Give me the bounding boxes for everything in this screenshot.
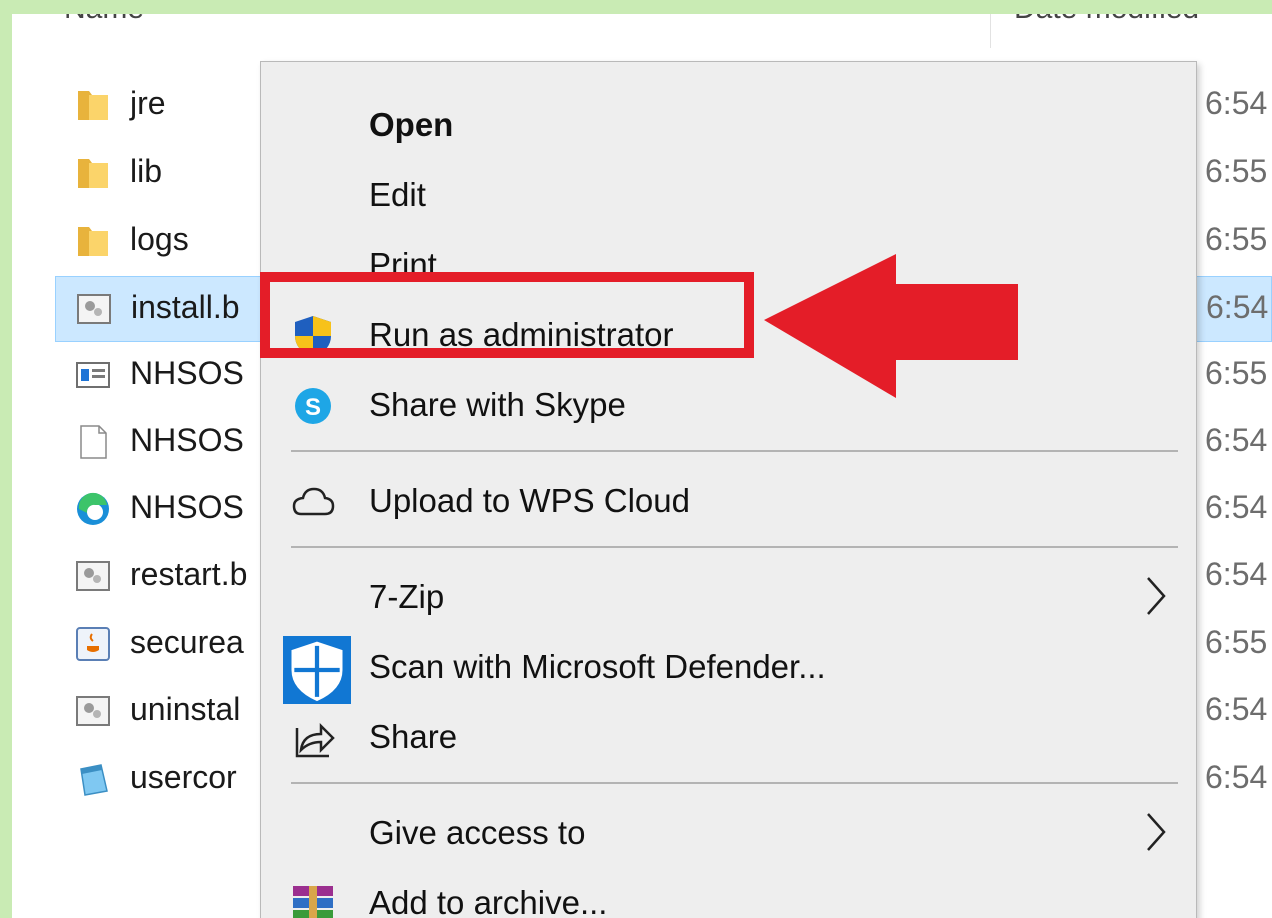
menu-label: Give access to — [369, 814, 586, 851]
skype-icon: S — [295, 388, 331, 424]
file-name: usercor — [130, 759, 237, 795]
annotation-arrow-icon — [764, 254, 1018, 398]
column-header: Name Date modified — [12, 14, 1272, 48]
file-date: 6:54 — [1205, 759, 1268, 795]
menu-item-7-zip[interactable]: 7-Zip — [261, 564, 1196, 630]
file-date: 6:55 — [1205, 624, 1268, 660]
file-date: 6:54 — [1205, 556, 1268, 592]
batch-file-icon — [77, 294, 111, 324]
file-date: 6:55 — [1205, 221, 1268, 257]
menu-separator — [291, 546, 1178, 548]
menu-label: Share with Skype — [369, 386, 626, 423]
column-name-header[interactable]: Name — [64, 14, 144, 26]
menu-label: Upload to WPS Cloud — [369, 482, 690, 519]
notepad-icon — [80, 764, 108, 796]
menu-label: Edit — [369, 176, 426, 213]
menu-item-scan-with-defender[interactable]: Scan with Microsoft Defender... — [261, 634, 1196, 704]
file-name: NHSOS — [130, 422, 244, 458]
annotation-highlight-box — [260, 272, 754, 358]
batch-file-icon — [76, 561, 110, 591]
context-menu: Open Edit Print Run as administrator S S… — [260, 61, 1197, 918]
file-name: logs — [130, 221, 189, 257]
winrar-icon — [293, 886, 333, 918]
file-name: uninstal — [130, 691, 241, 727]
column-divider[interactable] — [990, 14, 991, 48]
chevron-right-icon — [1147, 577, 1166, 615]
menu-separator — [291, 782, 1178, 784]
file-name: jre — [130, 85, 166, 121]
file-date: 6:54 — [1206, 289, 1269, 325]
menu-label: Share — [369, 718, 458, 755]
menu-label: 7-Zip — [369, 578, 445, 615]
file-name: restart.b — [130, 556, 248, 592]
menu-label: Open — [369, 106, 454, 143]
file-date: 6:54 — [1205, 489, 1268, 525]
svg-text:S: S — [305, 394, 321, 421]
menu-label: Scan with Microsoft Defender... — [369, 648, 826, 685]
edge-icon — [77, 492, 109, 525]
file-explorer: Name Date modified jre 6:54 lib 6:55 log… — [12, 14, 1272, 918]
file-date: 6:55 — [1205, 355, 1268, 391]
file-date: 6:55 — [1205, 153, 1268, 189]
folder-icon — [78, 159, 108, 188]
defender-shield-icon — [283, 636, 351, 704]
file-name: lib — [130, 153, 163, 189]
folder-icon — [78, 227, 108, 256]
menu-item-upload-to-wps-cloud[interactable]: Upload to WPS Cloud — [261, 468, 1196, 534]
menu-item-add-to-archive[interactable]: Add to archive... — [261, 870, 1196, 918]
batch-file-icon — [76, 696, 110, 726]
chevron-right-icon — [1147, 813, 1166, 851]
menu-item-give-access-to[interactable]: Give access to — [261, 800, 1196, 866]
file-name: NHSOS — [130, 489, 244, 525]
window-app-icon — [76, 362, 110, 388]
menu-item-open[interactable]: Open — [261, 92, 1196, 158]
menu-label: Add to archive... — [369, 884, 608, 918]
file-name: securea — [130, 624, 244, 660]
share-icon — [295, 722, 335, 758]
folder-icon — [78, 91, 108, 120]
menu-item-share-with-skype[interactable]: S Share with Skype — [261, 372, 1196, 438]
menu-item-share[interactable]: Share — [261, 704, 1196, 770]
menu-separator — [291, 450, 1178, 452]
menu-item-edit[interactable]: Edit — [261, 162, 1196, 228]
file-date: 6:54 — [1205, 422, 1268, 458]
file-name: NHSOS — [130, 355, 244, 391]
java-icon — [76, 627, 110, 661]
file-date: 6:54 — [1205, 691, 1268, 727]
file-date: 6:54 — [1205, 85, 1268, 121]
blank-document-icon — [80, 425, 107, 459]
cloud-icon — [292, 487, 335, 516]
column-date-header[interactable]: Date modified — [1014, 14, 1199, 26]
file-name: install.b — [131, 289, 240, 325]
